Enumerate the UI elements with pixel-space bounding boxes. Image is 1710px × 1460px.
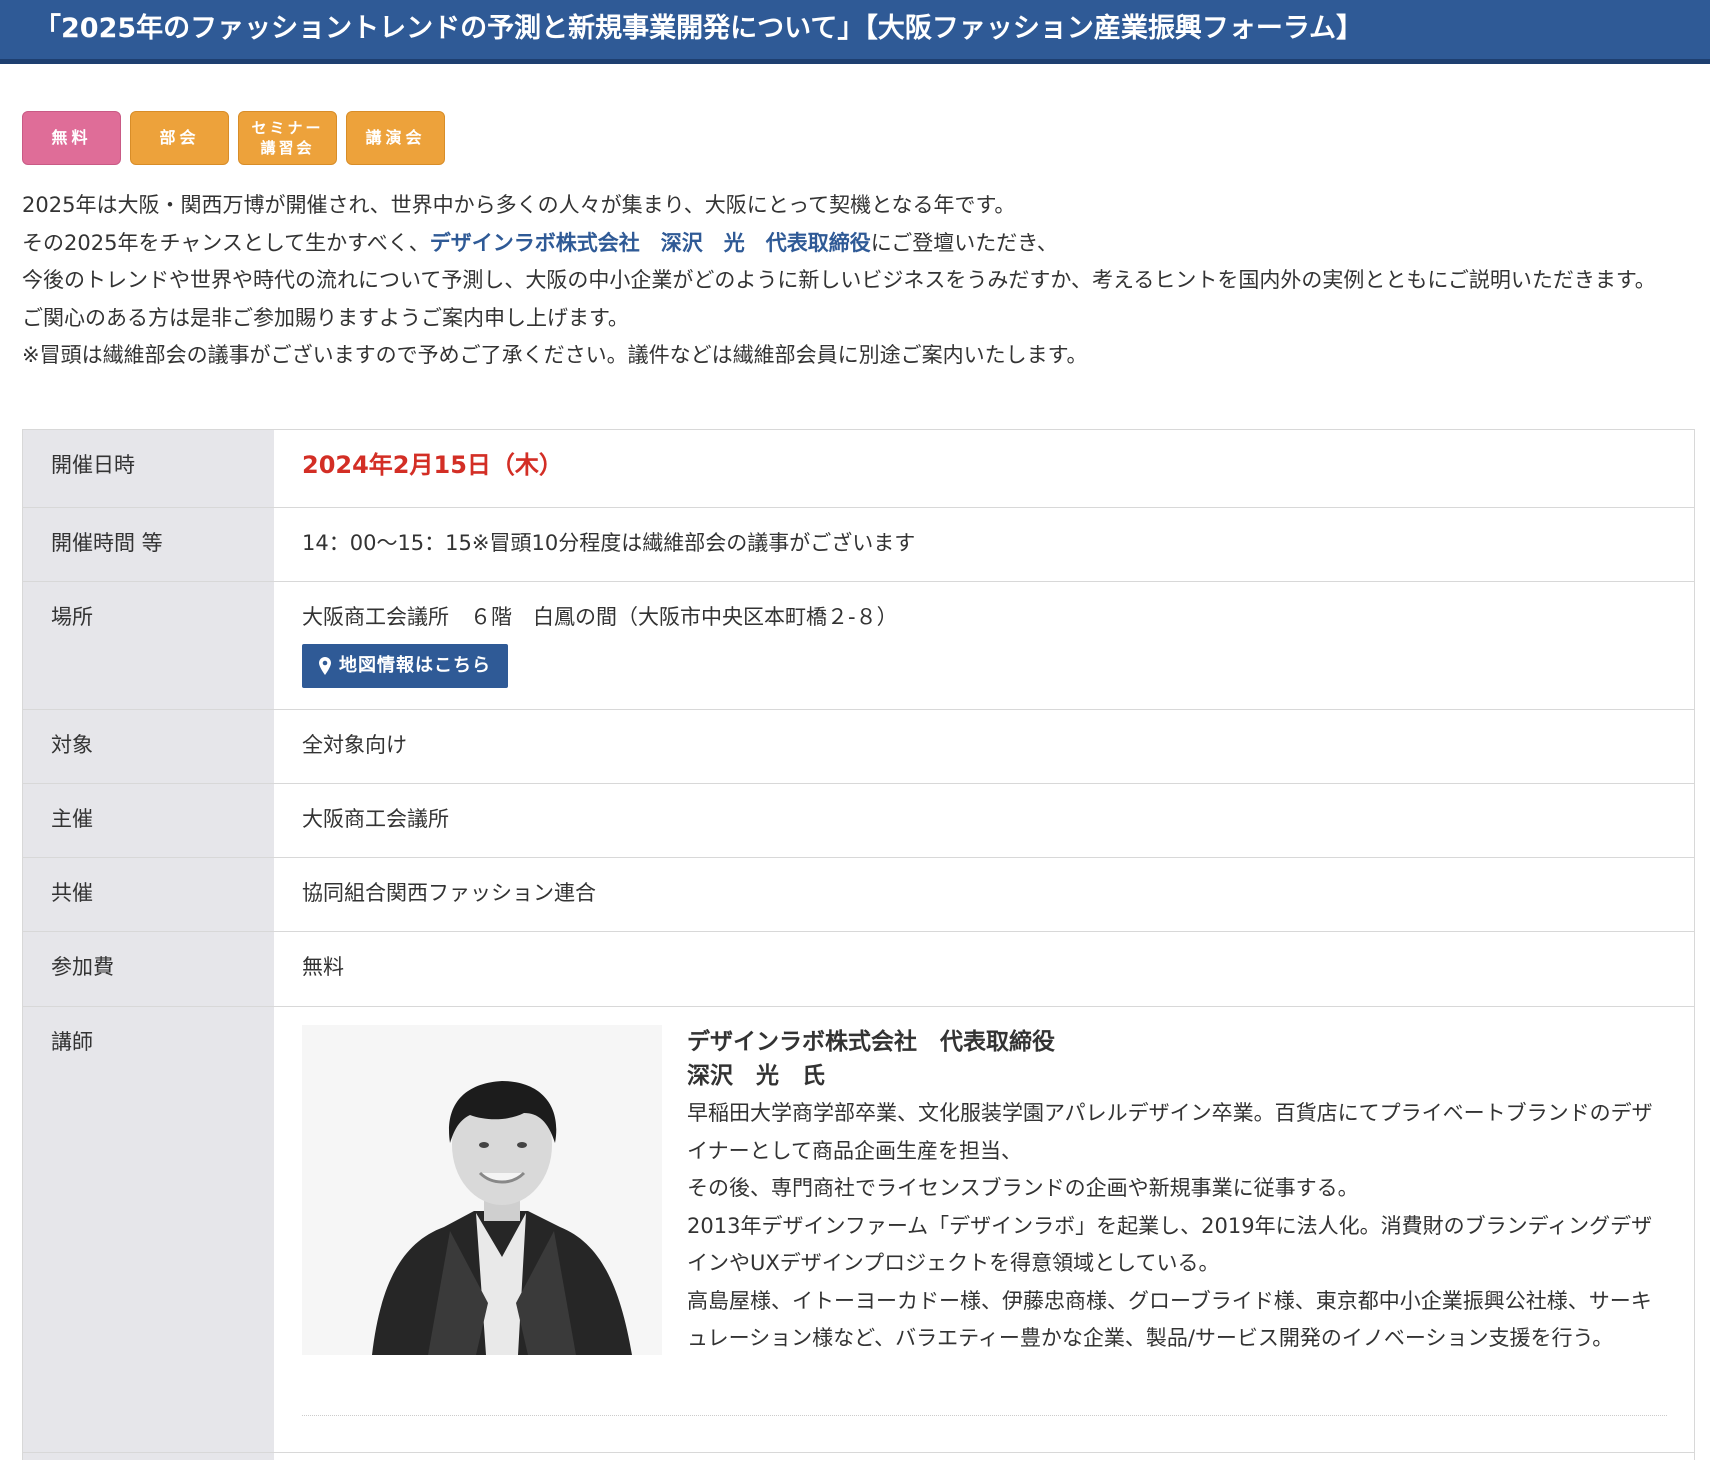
map-info-button[interactable]: 地図情報はこちら — [302, 644, 508, 688]
row-next-value — [274, 1453, 1694, 1460]
speaker-name-emphasis: デザインラボ株式会社 深沢 光 代表取締役 — [429, 230, 871, 255]
tag-bukai[interactable]: 部会 — [130, 111, 229, 165]
lecturer-bio-line: 2013年デザインファーム「デザインラボ」を起業し、2019年に法人化。消費財の… — [687, 1213, 1653, 1276]
tag-seminar[interactable]: セミナー 講習会 — [238, 111, 337, 165]
row-fee: 参加費 無料 — [23, 932, 1694, 1007]
row-organizer: 主催 大阪商工会議所 — [23, 784, 1694, 858]
row-co-organizer: 共催 協同組合関西ファッション連合 — [23, 858, 1694, 932]
row-next-label — [23, 1453, 274, 1460]
row-date-value: 2024年2月15日（木） — [274, 430, 1694, 507]
row-organizer-label: 主催 — [23, 784, 274, 857]
intro-line-2-after: にご登壇いただき、 — [870, 230, 1058, 255]
row-place: 場所 大阪商工会議所 ６階 白鳳の間（大阪市中央区本町橋２-８） 地図情報はこち… — [23, 582, 1694, 710]
map-info-button-label: 地図情報はこちら — [339, 655, 491, 676]
place-address: 大阪商工会議所 ６階 白鳳の間（大阪市中央区本町橋２-８） — [302, 605, 898, 629]
row-lecturer: 講師 デザインラボ株式会社 代表取締役 深沢 光 氏 早稲田大学商学部卒業、文化… — [23, 1007, 1694, 1453]
row-target: 対象 全対象向け — [23, 710, 1694, 784]
row-fee-value: 無料 — [274, 932, 1694, 1006]
intro-line-2-before: その2025年をチャンスとして生かすべく、 — [22, 230, 430, 255]
row-lecturer-value: デザインラボ株式会社 代表取締役 深沢 光 氏 早稲田大学商学部卒業、文化服装学… — [274, 1007, 1694, 1452]
row-time-label: 開催時間 等 — [23, 508, 274, 581]
lecturer-company: デザインラボ株式会社 代表取締役 — [687, 1029, 1055, 1055]
tag-lecture[interactable]: 講演会 — [346, 111, 445, 165]
row-place-value: 大阪商工会議所 ６階 白鳳の間（大阪市中央区本町橋２-８） 地図情報はこちら — [274, 582, 1694, 709]
row-target-label: 対象 — [23, 710, 274, 783]
intro-line-3: 今後のトレンドや世界や時代の流れについて予測し、大阪の中小企業がどのように新しい… — [22, 268, 1656, 292]
row-co-organizer-label: 共催 — [23, 858, 274, 931]
row-date-label: 開催日時 — [23, 430, 274, 507]
row-target-value: 全対象向け — [274, 710, 1694, 783]
row-place-label: 場所 — [23, 582, 274, 709]
lecturer-bio-line: 高島屋様、イトーヨーカドー様、伊藤忠商様、グローブライド様、東京都中小企業振興公… — [687, 1288, 1652, 1351]
intro-line-5: ※冒頭は繊維部会の議事がございますので予めご了承ください。議件などは繊維部会員に… — [22, 343, 1088, 367]
lecturer-portrait-image — [302, 1025, 662, 1355]
tag-seminar-line2: 講習会 — [260, 139, 315, 157]
lecturer-bio-line: 早稲田大学商学部卒業、文化服装学園アパレルデザイン卒業。百貨店にてプライベートブ… — [687, 1101, 1653, 1163]
intro-line-2: その2025年をチャンスとして生かすべく、デザインラボ株式会社 深沢 光 代表取… — [22, 225, 1682, 263]
lecturer-name: 深沢 光 氏 — [687, 1063, 825, 1089]
row-next — [23, 1453, 1694, 1460]
row-date: 開催日時 2024年2月15日（木） — [23, 430, 1694, 508]
row-organizer-value: 大阪商工会議所 — [274, 784, 1694, 857]
intro-line-1: 2025年は大阪・関西万博が開催され、世界中から多くの人々が集まり、大阪にとって… — [22, 193, 1016, 217]
intro-line-4: ご関心のある方は是非ご参加賜りますようご案内申し上げます。 — [22, 305, 629, 330]
row-lecturer-label: 講師 — [23, 1007, 274, 1452]
tag-seminar-line1: セミナー — [251, 119, 324, 137]
tag-free[interactable]: 無料 — [22, 111, 121, 165]
page-title: 「2025年のファッショントレンドの予測と新規事業開発について」【大阪ファッショ… — [34, 13, 1364, 44]
row-time-value: 14：00〜15：15※冒頭10分程度は繊維部会の議事がございます — [274, 508, 1694, 581]
lecturer-bio-line: その後、専門商社でライセンスブランドの企画や新規事業に従事する。 — [687, 1176, 1359, 1200]
divider — [302, 1415, 1667, 1416]
row-co-organizer-value: 協同組合関西ファッション連合 — [274, 858, 1694, 931]
lecturer-photo — [302, 1025, 662, 1355]
row-time: 開催時間 等 14：00〜15：15※冒頭10分程度は繊維部会の議事がございます — [23, 508, 1694, 582]
event-info-table: 開催日時 2024年2月15日（木） 開催時間 等 14：00〜15：15※冒頭… — [22, 429, 1695, 1460]
lecturer-info: デザインラボ株式会社 代表取締役 深沢 光 氏 早稲田大学商学部卒業、文化服装学… — [687, 1025, 1667, 1358]
title-bar: 「2025年のファッショントレンドの予測と新規事業開発について」【大阪ファッショ… — [0, 0, 1710, 64]
event-date: 2024年2月15日（木） — [302, 451, 563, 479]
lecturer-bio: 早稲田大学商学部卒業、文化服装学園アパレルデザイン卒業。百貨店にてプライベートブ… — [687, 1095, 1667, 1358]
map-pin-icon — [319, 657, 331, 675]
row-fee-label: 参加費 — [23, 932, 274, 1006]
intro-text: 2025年は大阪・関西万博が開催され、世界中から多くの人々が集まり、大阪にとって… — [22, 187, 1682, 375]
